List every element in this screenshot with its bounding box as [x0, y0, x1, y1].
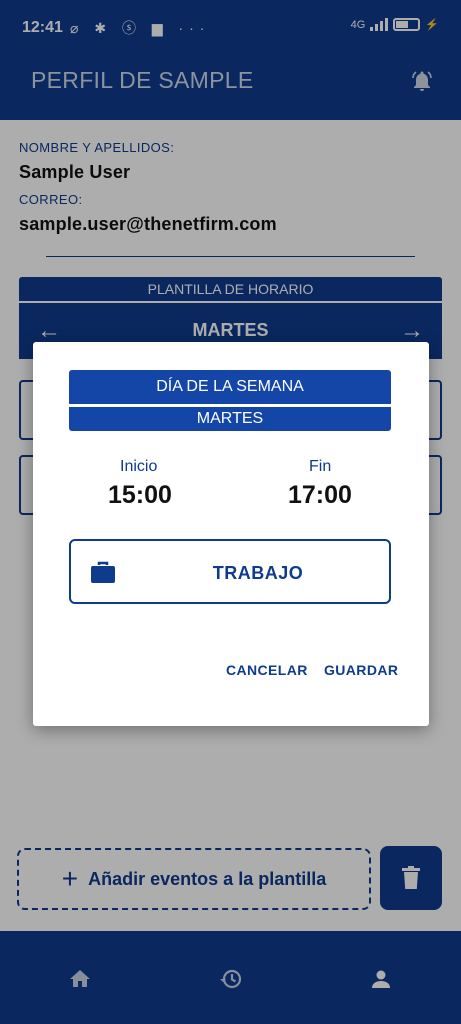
edit-event-dialog: DÍA DE LA SEMANA MARTES Inicio 15:00 Fin…: [33, 342, 429, 726]
end-label: Fin: [309, 458, 332, 475]
weekday-value: MARTES: [69, 407, 391, 431]
event-type-button[interactable]: TRABAJO: [69, 539, 391, 604]
save-button[interactable]: GUARDAR: [324, 662, 398, 678]
end-time[interactable]: 17:00: [288, 481, 352, 510]
start-label: Inicio: [120, 458, 158, 475]
event-type-label: TRABAJO: [212, 563, 304, 583]
start-time[interactable]: 15:00: [108, 481, 172, 510]
cancel-button[interactable]: CANCELAR: [226, 662, 308, 678]
weekday-title: DÍA DE LA SEMANA: [69, 370, 391, 404]
